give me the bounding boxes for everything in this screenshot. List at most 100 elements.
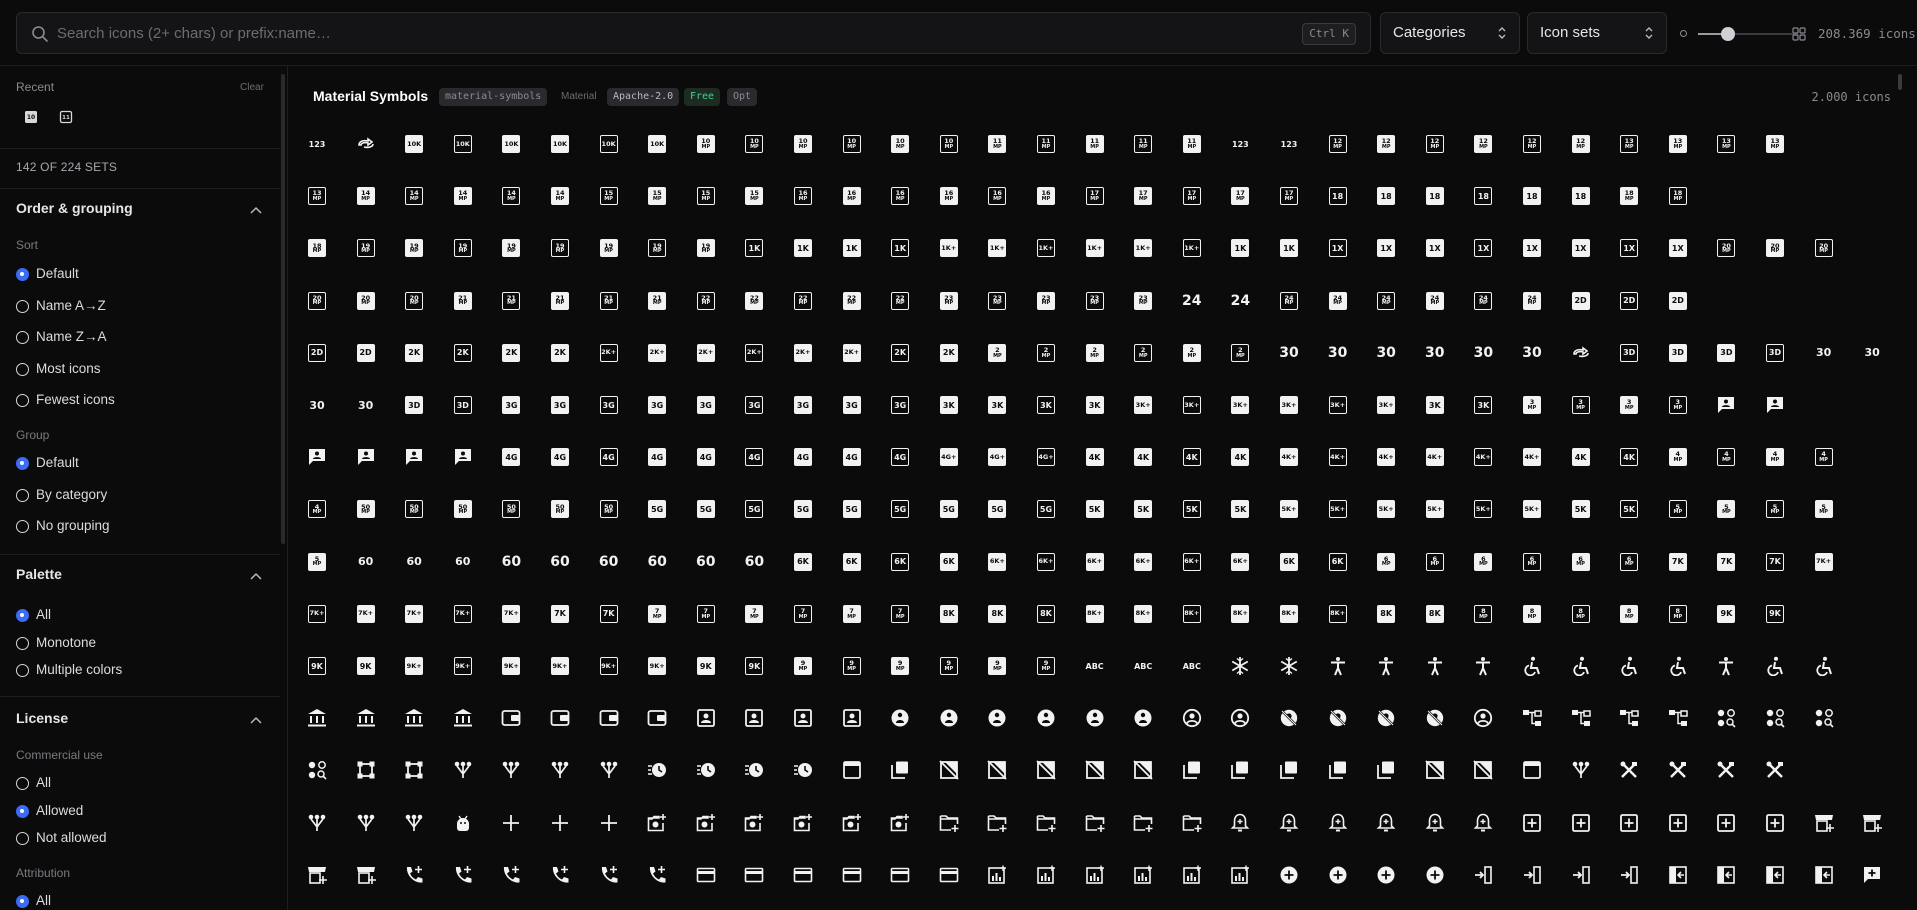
icon-exit-icon[interactable] [1666, 863, 1690, 887]
icon-4k-icon[interactable]: 4K [1617, 445, 1641, 469]
icon-7mp-icon[interactable]: 7 MP [742, 602, 766, 626]
icon-10mp-icon[interactable]: 10 MP [937, 132, 961, 156]
icon-21mp-icon[interactable]: 21 MP [645, 289, 669, 313]
palette-option[interactable]: Multiple colors [16, 661, 122, 679]
icon-8k-icon[interactable]: 8K [1374, 602, 1398, 626]
icon-60-icon[interactable]: 60 [499, 550, 523, 574]
icon-9k-icon[interactable]: 9K [305, 654, 329, 678]
icon-9k-icon[interactable]: 9K [1714, 602, 1738, 626]
icon-17mp-icon[interactable]: 17 MP [1228, 184, 1252, 208]
sort-option[interactable]: Name Z→A [16, 328, 107, 346]
icon-wallet-icon[interactable] [597, 706, 621, 730]
icon-6mp-icon[interactable]: 6 MP [1471, 550, 1495, 574]
icon-card-icon[interactable] [742, 863, 766, 887]
icon-6k-icon[interactable]: 6K [840, 550, 864, 574]
icon-3g-icon[interactable]: 3G [742, 393, 766, 417]
icon-bell-icon[interactable] [1228, 811, 1252, 835]
categories-select[interactable]: Categories [1380, 12, 1520, 54]
icon-dots-icon[interactable] [305, 758, 329, 782]
icon-1x-icon[interactable]: 1X [1326, 236, 1350, 260]
icon-6mp-icon[interactable]: 6 MP [1569, 550, 1593, 574]
icon-card-icon[interactable] [840, 863, 864, 887]
icon-enter-icon[interactable] [1569, 863, 1593, 887]
icon-chart-icon[interactable] [1034, 863, 1058, 887]
icon-call-icon[interactable] [645, 863, 669, 887]
icon-5k-plus-icon[interactable]: 5K+ [1277, 497, 1301, 521]
icon-3g-icon[interactable]: 3G [499, 393, 523, 417]
icon-22mp-icon[interactable]: 22 MP [888, 289, 912, 313]
icon-3d-icon[interactable]: 3D [1763, 341, 1787, 365]
icon-4mp-icon[interactable]: 4 MP [1666, 445, 1690, 469]
icon-3g-icon[interactable]: 3G [694, 393, 718, 417]
icon-id-icon[interactable] [840, 706, 864, 730]
chevron-up-icon[interactable] [250, 572, 262, 580]
icon-4k-plus-icon[interactable]: 4K+ [1520, 445, 1544, 469]
icon-6mp-icon[interactable]: 6 MP [1520, 550, 1544, 574]
icon-folder-icon[interactable] [1131, 811, 1155, 835]
icon-7mp-icon[interactable]: 7 MP [791, 602, 815, 626]
icon-20mp-icon[interactable]: 20 MP [305, 289, 329, 313]
icon-bell-icon[interactable] [1326, 811, 1350, 835]
icon-5k-icon[interactable]: 5K [1180, 497, 1204, 521]
icon-11mp-icon[interactable]: 11 MP [1180, 132, 1204, 156]
icon-folder-icon[interactable] [985, 811, 1009, 835]
icon-1k-icon[interactable]: 1K [840, 236, 864, 260]
icon-tree2-icon[interactable] [1569, 758, 1593, 782]
icon-4g-icon[interactable]: 4G [791, 445, 815, 469]
icon-box-icon[interactable] [1714, 811, 1738, 835]
zoom-slider-thumb[interactable] [1721, 27, 1735, 41]
icon-8mp-icon[interactable]: 8 MP [1520, 602, 1544, 626]
icon-chat-icon[interactable] [1763, 393, 1787, 417]
icon-nolib-icon[interactable] [985, 758, 1009, 782]
icon-13mp-icon[interactable]: 13 MP [305, 184, 329, 208]
icon-22mp-icon[interactable]: 22 MP [742, 289, 766, 313]
icon-12mp-icon[interactable]: 12 MP [1520, 132, 1544, 156]
icon-store-icon[interactable] [354, 863, 378, 887]
icon-4k-icon[interactable]: 4K [1180, 445, 1204, 469]
icon-wheel-icon[interactable] [1763, 654, 1787, 678]
icon-noacct-icon[interactable] [1277, 706, 1301, 730]
icon-21mp-icon[interactable]: 21 MP [597, 289, 621, 313]
icon-7k-icon[interactable]: 7K [1666, 550, 1690, 574]
icon-3k-icon[interactable]: 3K [937, 393, 961, 417]
icon-2d-icon[interactable]: 2D [305, 341, 329, 365]
zoom-slider[interactable] [1698, 27, 1798, 41]
icon-18-icon[interactable]: 18 [1471, 184, 1495, 208]
icon-folder-icon[interactable] [1034, 811, 1058, 835]
icon-4k-plus-icon[interactable]: 4K+ [1277, 445, 1301, 469]
icon-17mp-icon[interactable]: 17 MP [1083, 184, 1107, 208]
icon-3k-plus-icon[interactable]: 3K+ [1277, 393, 1301, 417]
radio-button[interactable] [16, 331, 29, 344]
icon-17mp-icon[interactable]: 17 MP [1277, 184, 1301, 208]
icon-2mp-icon[interactable]: 2 MP [1083, 341, 1107, 365]
icon-10mp-icon[interactable]: 10 MP [694, 132, 718, 156]
palette-option[interactable]: Monotone [16, 634, 96, 652]
commercial-use-option[interactable]: Allowed [16, 802, 83, 820]
palette-title[interactable]: Palette [16, 566, 62, 582]
icon-19mp-icon[interactable]: 19 MP [402, 236, 426, 260]
icon-chat-icon[interactable] [451, 445, 475, 469]
icon-cam-icon[interactable] [694, 811, 718, 835]
icon-3k-icon[interactable]: 3K [1083, 393, 1107, 417]
recent-eleven-mp-icon[interactable]: 11 [59, 110, 73, 124]
radio-button[interactable] [16, 609, 29, 622]
icon-5k-icon[interactable]: 5K [1228, 497, 1252, 521]
icon-wheel-icon[interactable] [1569, 654, 1593, 678]
license-title[interactable]: License [16, 710, 68, 726]
icon-10k-icon[interactable]: 10K [499, 132, 523, 156]
icon-bank-icon[interactable] [305, 706, 329, 730]
icon-6mp-icon[interactable]: 6 MP [1374, 550, 1398, 574]
icon-4k-icon[interactable]: 4K [1569, 445, 1593, 469]
icon-10k-icon[interactable]: 10K [645, 132, 669, 156]
icon-id-icon[interactable] [742, 706, 766, 730]
icon-store-icon[interactable] [1860, 811, 1884, 835]
icon-3mp-icon[interactable]: 3 MP [1666, 393, 1690, 417]
icon-11mp-icon[interactable]: 11 MP [1034, 132, 1058, 156]
icon-folder-icon[interactable] [1180, 811, 1204, 835]
icon-4k-icon[interactable]: 4K [1228, 445, 1252, 469]
icon-chatp-icon[interactable] [1860, 863, 1884, 887]
icon-card-icon[interactable] [888, 863, 912, 887]
icon-3g-icon[interactable]: 3G [645, 393, 669, 417]
icon-plus-icon[interactable] [499, 811, 523, 835]
icon-1k-plus-icon[interactable]: 1K+ [937, 236, 961, 260]
